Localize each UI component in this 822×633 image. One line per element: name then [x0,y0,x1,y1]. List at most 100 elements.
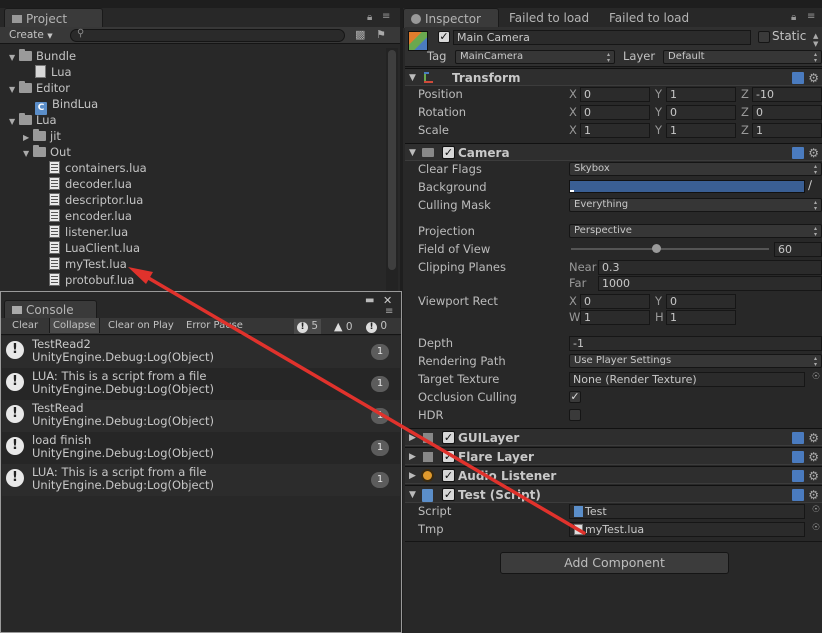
gear-icon[interactable]: ⚙ [808,486,819,504]
vp-h-field[interactable]: 1 [666,310,736,325]
position-y-field[interactable]: 1 [666,87,736,102]
project-tree-item[interactable]: descriptor.lua [49,192,143,208]
foldout-expanded-icon[interactable]: ▼ [9,114,19,130]
console-menu-icon[interactable]: ≡ [385,306,393,317]
console-log-entry[interactable]: ! TestRead2 UnityEngine.Debug:Log(Object) 1 [2,336,400,368]
foldout-expanded-icon[interactable]: ▼ [9,50,19,66]
project-tree-item[interactable]: Lua [35,64,72,80]
gear-icon[interactable]: ⚙ [808,69,819,87]
rendering-path-dropdown[interactable]: Use Player Settings [569,354,822,368]
project-search-input[interactable]: ⚲ [70,28,345,42]
project-tree-item[interactable]: LuaClient.lua [49,240,140,256]
tab-failed-to-load-2[interactable]: Failed to load [609,8,689,28]
gear-icon[interactable]: ⚙ [808,429,819,447]
console-minimize-icon[interactable]: ▬ [365,295,374,306]
collapse-toggle[interactable]: Collapse [49,318,100,333]
camera-header[interactable]: ▼ ✓ Camera ⚙ [405,143,822,161]
audio-listener-enabled-checkbox[interactable]: ✓ [442,469,455,482]
camera-enabled-checkbox[interactable]: ✓ [442,146,455,159]
gear-icon[interactable]: ⚙ [808,467,819,485]
project-tree-item[interactable]: containers.lua [49,160,147,176]
gear-icon[interactable]: ⚙ [808,448,819,466]
foldout-arrow-icon[interactable]: ▼ [409,69,416,87]
projection-dropdown[interactable]: Perspective [569,224,822,238]
foldout-arrow-icon[interactable]: ▶ [409,448,416,466]
active-checkbox[interactable]: ✓ [438,31,450,43]
fov-slider[interactable] [571,244,769,253]
help-icon[interactable] [792,451,804,463]
gui-layer-enabled-checkbox[interactable]: ✓ [442,431,455,444]
project-tree-item[interactable]: C BindLua [35,96,98,115]
tab-console[interactable]: Console [4,300,97,319]
target-texture-field[interactable]: None (Render Texture) [569,372,805,387]
gear-icon[interactable]: ⚙ [808,144,819,162]
tab-project[interactable]: Project [4,8,103,28]
object-picker-icon[interactable]: ☉ [812,523,820,533]
near-field[interactable]: 0.3 [598,260,822,275]
far-field[interactable]: 1000 [598,276,822,291]
eyedropper-icon[interactable]: ∕ [808,178,812,192]
help-icon[interactable] [792,489,804,501]
rotation-z-field[interactable]: 0 [752,105,822,120]
console-log-entry[interactable]: ! LUA: This is a script from a file UnityE… [2,368,400,400]
vp-y-field[interactable]: 0 [666,294,736,309]
object-name-field[interactable]: Main Camera [453,30,751,45]
fov-slider-thumb[interactable] [652,244,661,253]
static-checkbox[interactable] [758,31,770,43]
toggle-info[interactable]: ! 0 [363,319,390,334]
scale-x-field[interactable]: 1 [580,123,650,138]
script-field[interactable]: Test [569,504,805,519]
help-icon[interactable] [792,470,804,482]
audio-listener-header[interactable]: ▶ ✓ Audio Listener ⚙ [405,466,822,484]
clear-button[interactable]: Clear [9,318,41,333]
culling-mask-dropdown[interactable]: Everything [569,198,822,212]
project-tree-item[interactable]: protobuf.lua [49,272,134,288]
scale-z-field[interactable]: 1 [752,123,822,138]
help-icon[interactable] [792,72,804,84]
vp-x-field[interactable]: 0 [580,294,650,309]
project-tree-item[interactable]: ▼ Lua [9,112,57,128]
foldout-arrow-icon[interactable]: ▶ [409,429,416,447]
console-log-entry[interactable]: ! TestRead UnityEngine.Debug:Log(Object) 1 [2,400,400,432]
flare-layer-enabled-checkbox[interactable]: ✓ [442,450,455,463]
flare-layer-header[interactable]: ▶ ✓ Flare Layer ⚙ [405,447,822,465]
tmp-field[interactable]: myTest.lua [569,522,805,537]
help-icon[interactable] [792,432,804,444]
inspector-lock-icon[interactable]: 🔒︎ [791,12,796,23]
error-pause-toggle[interactable]: Error Pause [183,318,246,333]
foldout-arrow-icon[interactable]: ▼ [409,486,416,504]
foldout-arrow-icon[interactable]: ▶ [409,467,416,485]
static-dropdown-caret-icon[interactable]: ▲ ▼ [813,32,818,48]
project-menu-icon[interactable]: ≡ [382,11,390,22]
project-lock-icon[interactable]: 🔒︎ [367,12,372,23]
position-x-field[interactable]: 0 [580,87,650,102]
background-color-field[interactable] [569,180,805,193]
foldout-expanded-icon[interactable]: ▼ [9,82,19,98]
project-scrollbar-thumb[interactable] [388,50,396,270]
project-tree-item[interactable]: encoder.lua [49,208,132,224]
object-picker-icon[interactable]: ☉ [812,505,820,515]
help-icon[interactable] [792,147,804,159]
create-dropdown[interactable]: Create ▼ [9,28,53,43]
console-log-entry[interactable]: ! LUA: This is a script from a file UnityE… [2,464,400,496]
rotation-y-field[interactable]: 0 [666,105,736,120]
test-script-header[interactable]: ▼ ✓ Test (Script) ⚙ [405,485,822,503]
clear-flags-dropdown[interactable]: Skybox [569,162,822,176]
toggle-warnings[interactable]: ! 5 [294,319,322,334]
tab-inspector[interactable]: Inspector [403,8,499,28]
project-tree-item[interactable]: ▶ jit [23,128,61,144]
inspector-menu-icon[interactable]: ≡ [807,11,815,22]
tag-dropdown[interactable]: MainCamera [455,50,615,64]
position-z-field[interactable]: -10 [752,87,822,102]
tab-failed-to-load-1[interactable]: Failed to load [509,8,589,28]
project-tree-item[interactable]: listener.lua [49,224,128,240]
project-scrollbar[interactable] [386,48,398,293]
clear-on-play-toggle[interactable]: Clear on Play [105,318,177,333]
test-script-enabled-checkbox[interactable]: ✓ [442,488,455,501]
hdr-checkbox[interactable] [569,409,581,421]
gui-layer-header[interactable]: ▶ ✓ GUILayer ⚙ [405,428,822,446]
project-tree-item[interactable]: decoder.lua [49,176,132,192]
scale-y-field[interactable]: 1 [666,123,736,138]
toggle-errors[interactable]: ▲ 0 [331,319,356,334]
transform-header[interactable]: ▼ Transform ⚙ [405,68,822,86]
